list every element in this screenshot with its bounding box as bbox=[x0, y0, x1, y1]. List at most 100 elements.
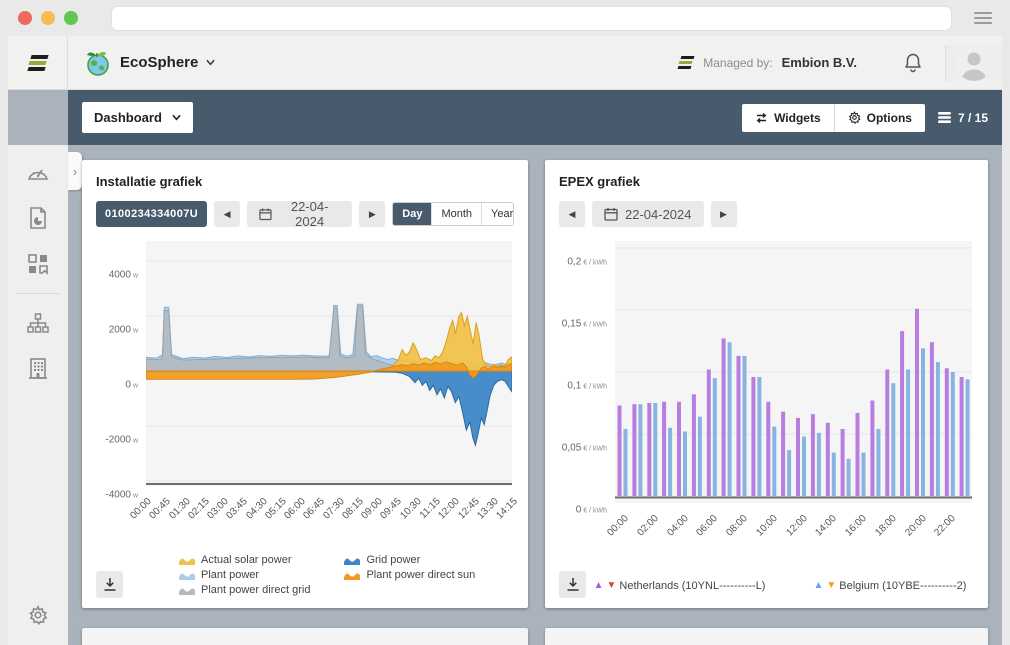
chevron-down-icon bbox=[172, 113, 181, 122]
triangle-up-icon: ▲ bbox=[813, 581, 823, 591]
calendar-icon bbox=[259, 207, 272, 221]
x-tick-label: 20:00 bbox=[892, 513, 928, 549]
legend-item: Actual solar power bbox=[179, 554, 310, 566]
installatie-y-axis: 4000w2000w0w-2000w-4000w bbox=[96, 241, 146, 531]
tab-year[interactable]: Year bbox=[481, 203, 514, 225]
ecosphere-logo-icon bbox=[84, 49, 112, 77]
embion-logo-cell[interactable] bbox=[8, 36, 68, 89]
widget-counter: 7 / 15 bbox=[937, 111, 988, 125]
date-prev-button[interactable]: ◀ bbox=[559, 201, 585, 227]
device-serial-button[interactable]: 0100234334007U bbox=[96, 201, 207, 227]
date-next-button[interactable]: ▶ bbox=[711, 201, 737, 227]
widgets-button[interactable]: Widgets bbox=[742, 104, 834, 132]
triangle-down-icon: ▼ bbox=[826, 581, 836, 591]
browser-menu-icon[interactable] bbox=[974, 12, 992, 24]
epex-bar-chart bbox=[615, 241, 972, 503]
x-tick-label: 22:00 bbox=[922, 513, 958, 549]
managed-by-value: Embion B.V. bbox=[782, 55, 857, 70]
settings-gear-icon bbox=[28, 605, 48, 625]
date-value: 22-04-2024 bbox=[625, 207, 692, 222]
card-stub bbox=[545, 628, 988, 645]
url-bar[interactable] bbox=[111, 6, 952, 31]
epex-x-axis: 00:0002:0004:0006:0008:0010:0012:0014:00… bbox=[615, 508, 972, 548]
x-tick-label: 16:00 bbox=[833, 513, 869, 549]
epex-legend: ▲▼Netherlands (10YNL----------L) ▲▼Belgiu… bbox=[594, 580, 967, 592]
x-tick-label: 10:00 bbox=[744, 513, 780, 549]
x-tick-label: 18:00 bbox=[863, 513, 899, 549]
calendar-icon bbox=[604, 207, 618, 221]
top-app-bar: EcoSphere Managed by: Embion B.V. bbox=[8, 36, 1002, 90]
series-marker-icon bbox=[179, 570, 195, 580]
close-window-button[interactable] bbox=[18, 11, 32, 25]
sidebar-item-report[interactable] bbox=[8, 195, 68, 241]
sitemap-icon bbox=[26, 312, 50, 334]
date-prev-button[interactable]: ◀ bbox=[214, 201, 240, 227]
sidebar-item-dashboard[interactable] bbox=[8, 149, 68, 195]
grid-icon bbox=[27, 253, 49, 275]
y-tick-label: 0€ / kWh bbox=[576, 505, 607, 516]
date-picker-button[interactable]: 22-04-2024 bbox=[592, 201, 704, 227]
widget-title: Installatie grafiek bbox=[96, 174, 514, 189]
y-tick-label: -4000w bbox=[105, 490, 138, 501]
sidebar-collapse-handle[interactable]: › bbox=[68, 152, 82, 190]
date-picker-button[interactable]: 22-04-2024 bbox=[247, 201, 352, 227]
y-tick-label: 0,2€ / kWh bbox=[567, 257, 607, 268]
series-marker-icon bbox=[344, 555, 360, 565]
report-icon bbox=[28, 206, 48, 230]
y-tick-label: 0,15€ / kWh bbox=[562, 319, 607, 330]
sidebar-divider bbox=[16, 293, 60, 294]
embion-logo-icon bbox=[28, 55, 48, 71]
sidebar bbox=[8, 145, 68, 645]
tab-month[interactable]: Month bbox=[431, 203, 481, 225]
user-menu[interactable] bbox=[945, 45, 1002, 81]
y-tick-label: 0w bbox=[125, 380, 138, 391]
legend-item: ▲▼Netherlands (10YNL----------L) bbox=[594, 580, 766, 592]
installatie-area-chart bbox=[146, 241, 512, 486]
sidebar-item-sitemap[interactable] bbox=[8, 300, 68, 346]
x-tick-label: 14:00 bbox=[803, 513, 839, 549]
date-next-button[interactable]: ▶ bbox=[359, 201, 385, 227]
brand-menu[interactable]: EcoSphere bbox=[68, 36, 215, 89]
dashboard-selector-label: Dashboard bbox=[94, 110, 162, 125]
dashboard-selector[interactable]: Dashboard bbox=[82, 102, 193, 133]
minimize-window-button[interactable] bbox=[41, 11, 55, 25]
dashboard-toolbar: Dashboard Widgets Options bbox=[68, 90, 1002, 145]
options-button[interactable]: Options bbox=[834, 104, 925, 132]
x-tick-label: 02:00 bbox=[624, 513, 660, 549]
installatie-legend: Actual solar powerPlant powerPlant power… bbox=[179, 554, 475, 596]
options-button-label: Options bbox=[867, 111, 912, 125]
y-tick-label: 0,05€ / kWh bbox=[562, 443, 607, 454]
epex-y-axis: 0,2€ / kWh 0,15€ / kWh 0,1€ / kWh 0,05€ / k… bbox=[559, 241, 615, 548]
sidebar-item-settings[interactable] bbox=[28, 605, 48, 631]
legend-item: Grid power bbox=[344, 554, 475, 566]
series-marker-icon bbox=[344, 570, 360, 580]
tab-day[interactable]: Day bbox=[393, 203, 431, 225]
download-icon bbox=[566, 577, 580, 592]
installatie-plot: 00:0000:4501:3002:1503:0003:4504:3005:15… bbox=[146, 241, 512, 531]
date-value: 22-04-2024 bbox=[279, 199, 340, 229]
sidebar-item-widgets[interactable] bbox=[8, 241, 68, 287]
sidebar-item-building[interactable] bbox=[8, 346, 68, 392]
gear-icon bbox=[848, 111, 861, 124]
range-tabs: Day Month Year bbox=[392, 202, 514, 226]
triangle-up-icon: ▲ bbox=[594, 581, 604, 591]
legend-item: ▲▼Belgium (10YBE----------2) bbox=[813, 580, 966, 592]
maximize-window-button[interactable] bbox=[64, 11, 78, 25]
x-tick-label: 06:00 bbox=[684, 513, 720, 549]
y-tick-label: -2000w bbox=[105, 435, 138, 446]
notifications-button[interactable] bbox=[881, 52, 945, 74]
widgets-icon bbox=[755, 112, 768, 124]
widget-title: EPEX grafiek bbox=[559, 174, 974, 189]
download-button[interactable] bbox=[96, 571, 123, 598]
x-tick-label: 04:00 bbox=[654, 513, 690, 549]
legend-item: Plant power direct grid bbox=[179, 584, 310, 596]
gauge-icon bbox=[26, 162, 50, 182]
triangle-down-icon: ▼ bbox=[606, 581, 616, 591]
dashboard-content: › Installatie grafiek 0100234334007U ◀ bbox=[68, 145, 1002, 645]
embion-mini-logo-icon bbox=[678, 56, 694, 69]
download-icon bbox=[103, 577, 117, 592]
y-tick-label: 2000w bbox=[109, 325, 138, 336]
epex-plot: 00:0002:0004:0006:0008:0010:0012:0014:00… bbox=[615, 241, 972, 548]
download-button[interactable] bbox=[559, 571, 586, 598]
y-tick-label: 0,1€ / kWh bbox=[567, 381, 607, 392]
